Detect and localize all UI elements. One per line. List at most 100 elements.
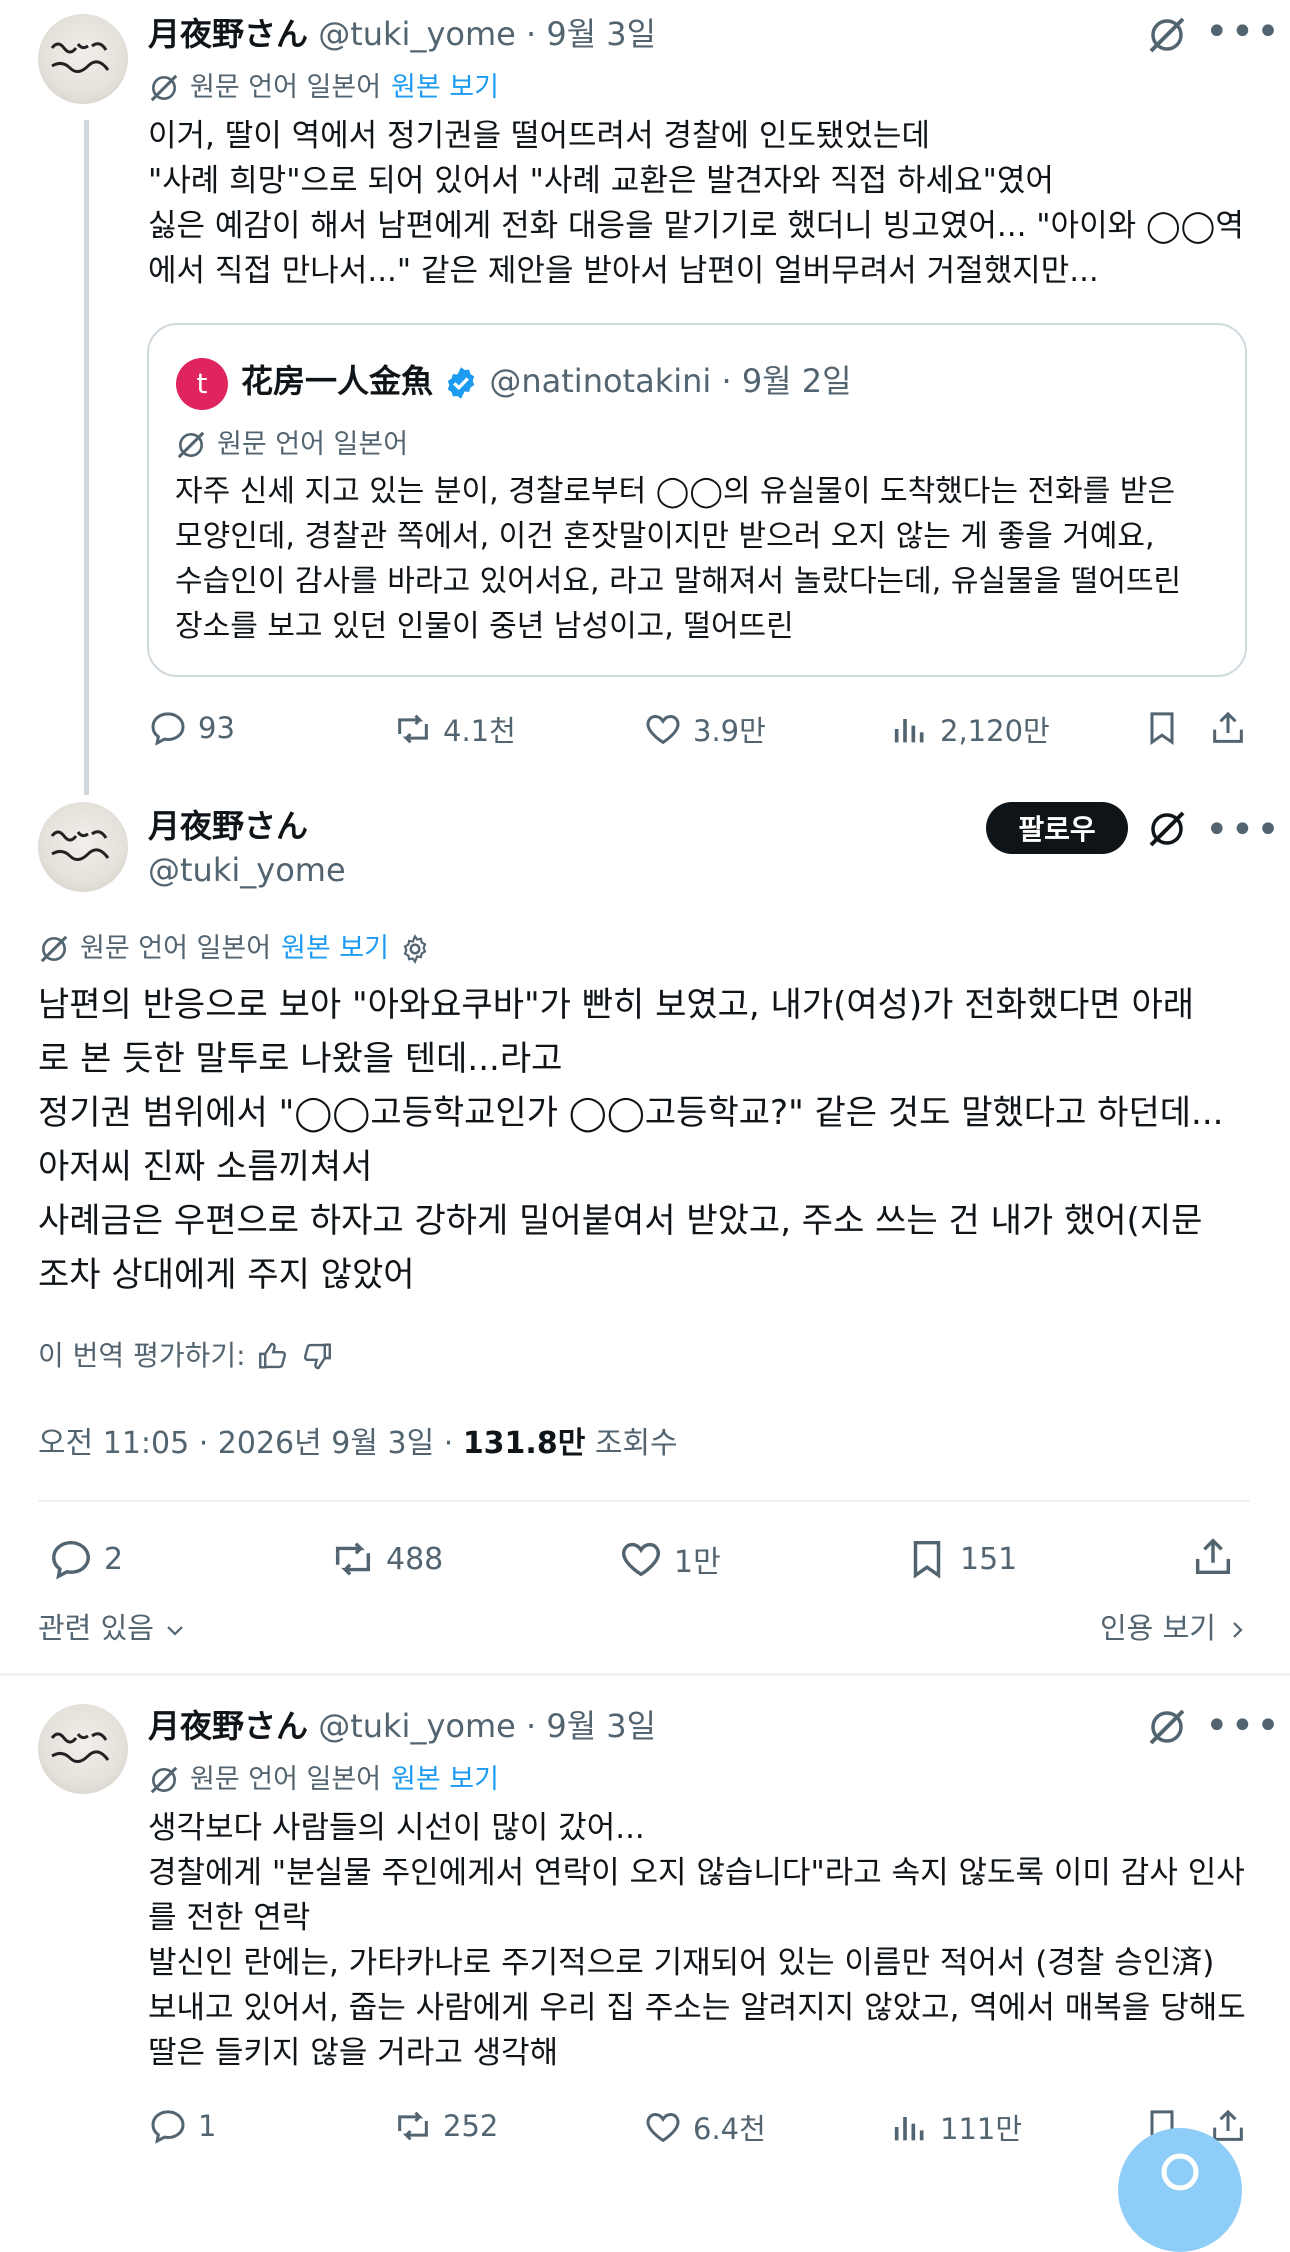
- chevron-right-icon: [1233, 1622, 1243, 1638]
- thread-line: [84, 120, 89, 795]
- views-button[interactable]: 2,120만: [890, 708, 1050, 750]
- avatar[interactable]: [38, 802, 128, 892]
- like-button[interactable]: 6.4천: [643, 2106, 766, 2148]
- tweet-header: 月夜野さん @tuki_yome · 9월 3일: [148, 14, 656, 54]
- quote-handle-date[interactable]: @natinotakini · 9월 2일: [489, 362, 851, 400]
- like-count: 6.4천: [693, 2112, 766, 2146]
- related-toggle[interactable]: 관련 있음: [38, 1608, 187, 1648]
- quote-translation-notice: 원문 언어 일본어: [175, 427, 408, 463]
- repost-count: 4.1천: [443, 714, 516, 748]
- reply-icon: [52, 1540, 90, 1580]
- grok-icon[interactable]: [1146, 1706, 1188, 1752]
- quote-display-name[interactable]: 花房一人金魚: [241, 362, 433, 400]
- translated-from: 원문 언어 일본어: [80, 933, 272, 964]
- reply-compose-icon: [1161, 2153, 1199, 2191]
- bookmark-icon[interactable]: [1142, 708, 1182, 752]
- views-button[interactable]: 111만: [890, 2106, 1022, 2148]
- repost-button[interactable]: 4.1천: [393, 708, 516, 750]
- like-button[interactable]: 1만: [618, 1536, 721, 1582]
- more-icon[interactable]: •••: [1205, 12, 1282, 52]
- display-name[interactable]: 月夜野さん: [148, 15, 308, 53]
- reply-button[interactable]: 2: [48, 1536, 123, 1582]
- show-original-link[interactable]: 원본 보기: [391, 1762, 499, 1798]
- share-icon[interactable]: [1208, 708, 1248, 752]
- repost-count: 252: [443, 2109, 499, 2143]
- more-icon[interactable]: •••: [1205, 1706, 1282, 1746]
- section-divider: [0, 1673, 1290, 1676]
- views-label: 조회수: [585, 1426, 678, 1461]
- translated-from: 원문 언어 일본어: [190, 72, 382, 103]
- bookmark-button[interactable]: 151: [904, 1536, 1017, 1582]
- timestamp[interactable]: 오전 11:05 · 2026년 9월 3일 ·: [38, 1426, 463, 1461]
- quoted-tweet[interactable]: t 花房一人金魚 @natinotakini · 9월 2일 원문 언어 일본어…: [147, 323, 1247, 677]
- settings-gear-icon[interactable]: [399, 933, 431, 965]
- display-name[interactable]: 月夜野さん: [148, 1707, 308, 1745]
- avatar-scribble: [50, 830, 110, 861]
- verified-badge-icon: [447, 367, 475, 399]
- like-button[interactable]: 3.9만: [643, 708, 766, 750]
- translate-icon: [150, 1766, 178, 1794]
- grok-icon[interactable]: [1146, 808, 1188, 854]
- translate-icon: [177, 431, 205, 459]
- bookmark-icon: [913, 1540, 941, 1579]
- tweet-text: 이거, 딸이 역에서 정기권을 떨어뜨려서 경찰에 인도됐었는데 "사례 희망"…: [148, 118, 1244, 289]
- rate-translation: 이 번역 평가하기:: [38, 1338, 334, 1374]
- avatar-scribble: [50, 42, 110, 73]
- main-handle[interactable]: @tuki_yome: [148, 850, 346, 890]
- display-name[interactable]: 月夜野さん: [148, 807, 308, 845]
- thumbs-down-icon[interactable]: [300, 1339, 334, 1373]
- main-tweet-text: 남편의 반응으로 보아 "아와요쿠바"가 빤히 보였고, 내가(여성)가 전화했…: [38, 985, 1224, 1295]
- main-display-name-row: 月夜野さん: [148, 806, 308, 846]
- handle-date[interactable]: @tuki_yome · 9월 3일: [318, 15, 656, 53]
- reply-button[interactable]: 93: [148, 708, 235, 748]
- repost-count: 488: [386, 1541, 444, 1577]
- quote-avatar[interactable]: t: [176, 358, 228, 410]
- reply-icon: [151, 2110, 185, 2144]
- translation-notice: 원문 언어 일본어 원본 보기: [38, 931, 431, 967]
- like-count: 3.9만: [693, 714, 766, 748]
- grok-icon[interactable]: [1146, 14, 1188, 60]
- reply-count: 93: [198, 711, 235, 745]
- views-count: 111만: [940, 2112, 1023, 2146]
- compose-fab[interactable]: [1118, 2128, 1242, 2252]
- view-quotes-link[interactable]: 인용 보기: [1100, 1608, 1249, 1648]
- views-total: 131.8만: [462, 1426, 586, 1461]
- reply-icon: [151, 712, 185, 746]
- views-icon: [894, 719, 924, 743]
- show-original-link[interactable]: 원본 보기: [281, 931, 389, 967]
- quote-translated-from: 원문 언어 일본어: [217, 429, 409, 460]
- show-original-link[interactable]: 원본 보기: [391, 70, 499, 106]
- tweet-timestamp-row: 오전 11:05 · 2026년 9월 3일 · 131.8만 조회수: [38, 1424, 678, 1464]
- repost-button[interactable]: 252: [393, 2106, 498, 2146]
- views-count: 2,120만: [940, 714, 1050, 748]
- heart-icon: [622, 1542, 660, 1577]
- handle-date[interactable]: @tuki_yome · 9월 3일: [318, 1707, 656, 1745]
- divider: [38, 1500, 1250, 1502]
- more-icon[interactable]: •••: [1205, 810, 1282, 850]
- bookmark-count: 151: [960, 1541, 1018, 1577]
- translated-from: 원문 언어 일본어: [190, 1764, 382, 1795]
- views-icon: [894, 2117, 924, 2141]
- translation-notice: 원문 언어 일본어 원본 보기: [148, 1762, 499, 1798]
- repost-button[interactable]: 488: [330, 1536, 443, 1582]
- translate-icon: [150, 74, 178, 102]
- reply-button[interactable]: 1: [148, 2106, 216, 2146]
- quote-text: 자주 신세 지고 있는 분이, 경찰로부터 ◯◯의 유실물이 도착했다는 전화를…: [175, 474, 1182, 644]
- heart-icon: [646, 2112, 680, 2143]
- view-quotes-label: 인용 보기: [1100, 1611, 1216, 1645]
- like-count: 1만: [674, 1545, 721, 1580]
- translation-notice: 원문 언어 일본어 원본 보기: [148, 70, 499, 106]
- tweet-text: 생각보다 사람들의 시선이 많이 갔어... 경찰에게 "분실물 주인에게서 연…: [148, 1810, 1246, 2071]
- share-icon[interactable]: [1190, 1534, 1236, 1584]
- related-label: 관련 있음: [38, 1611, 154, 1645]
- avatar-scribble: [50, 1732, 110, 1763]
- translate-icon: [40, 935, 68, 963]
- repost-icon: [335, 1542, 371, 1576]
- follow-button[interactable]: 팔로우: [986, 802, 1128, 854]
- chevron-down-icon: [167, 1626, 183, 1636]
- thumbs-up-icon[interactable]: [256, 1339, 290, 1373]
- avatar[interactable]: [38, 1704, 128, 1794]
- avatar[interactable]: [38, 14, 128, 104]
- repost-icon: [398, 714, 428, 744]
- reply-count: 1: [198, 2109, 217, 2143]
